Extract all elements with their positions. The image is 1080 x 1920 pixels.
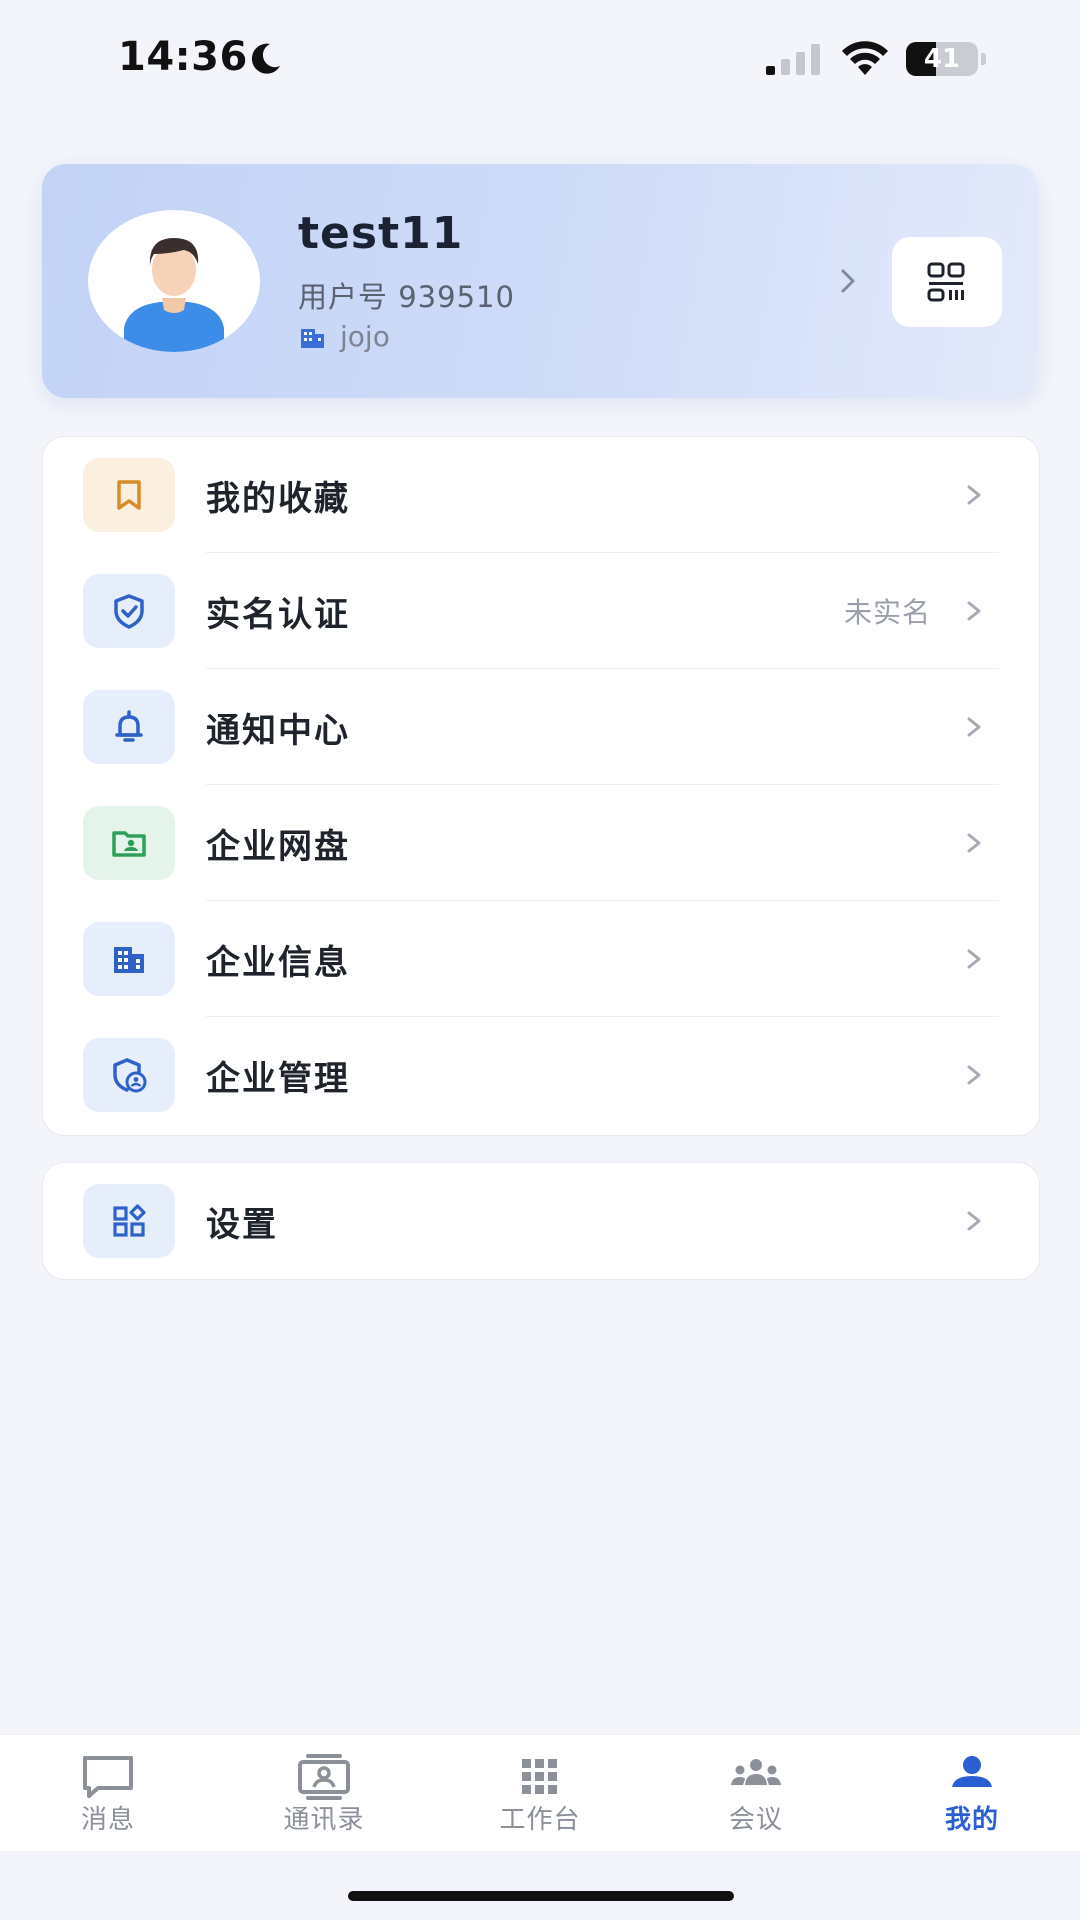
menu-item-favorites[interactable]: 我的收藏 [43, 437, 1039, 553]
menu-item-label: 企业网盘 [206, 827, 350, 867]
tab-messages[interactable]: 消息 [0, 1735, 216, 1851]
status-time: 14:36 [118, 34, 248, 80]
menu-item-notifications[interactable]: 通知中心 [43, 669, 1039, 785]
menu-item-label: 我的收藏 [206, 479, 350, 519]
chevron-right-icon [967, 833, 981, 853]
apps-grid-icon [522, 1759, 557, 1794]
chevron-right-icon [967, 1211, 981, 1231]
menu-item-label: 设置 [206, 1205, 278, 1245]
tab-contacts[interactable]: 通讯录 [216, 1735, 432, 1851]
menu-item-label: 企业信息 [206, 943, 350, 983]
menu-item-label: 实名认证 [206, 595, 350, 635]
menu-icon-bg [83, 690, 175, 764]
menu-item-label: 通知中心 [206, 711, 350, 751]
menu-icon-bg [83, 574, 175, 648]
meeting-icon [731, 1759, 781, 1785]
menu-item-enterprise-management[interactable]: 企业管理 [43, 1017, 1039, 1133]
settings-card: 设置 [42, 1162, 1040, 1280]
qr-code-button[interactable] [892, 237, 1002, 327]
cellular-signal-icon [766, 44, 820, 75]
menu-item-enterprise-info[interactable]: 企业信息 [43, 901, 1039, 1017]
battery-indicator: 41 [906, 42, 988, 78]
building-icon [301, 328, 324, 348]
chevron-right-icon [967, 949, 981, 969]
menu-item-verification[interactable]: 实名认证 未实名 [43, 553, 1039, 669]
tab-label: 消息 [80, 1805, 135, 1835]
folder-user-icon [112, 831, 146, 857]
profile-org: jojo [298, 320, 390, 353]
battery-percent: 41 [923, 44, 961, 74]
tab-workbench[interactable]: 工作台 [432, 1735, 648, 1851]
profile-name: test11 [298, 208, 464, 259]
tab-meeting[interactable]: 会议 [648, 1735, 864, 1851]
avatar-person-icon [124, 238, 224, 352]
chevron-right-icon [967, 601, 981, 621]
menu-icon-bg [83, 1038, 175, 1112]
menu-icon-bg [83, 458, 175, 532]
menu-icon-bg [83, 806, 175, 880]
avatar[interactable] [88, 210, 260, 352]
grid-settings-icon [113, 1204, 146, 1237]
contacts-icon [298, 1754, 350, 1800]
menu-card: 我的收藏 实名认证 未实名 通知中心 企业网盘 企业信息 企业管理 [42, 436, 1040, 1136]
menu-item-settings[interactable]: 设置 [43, 1163, 1039, 1279]
profile-org-name: jojo [340, 320, 390, 353]
building-icon [114, 947, 144, 973]
shield-user-icon [113, 1058, 147, 1093]
profile-card[interactable]: test11 用户号 939510 jojo [42, 164, 1038, 398]
tab-me[interactable]: 我的 [864, 1735, 1080, 1851]
chevron-right-icon [967, 485, 981, 505]
chevron-right-icon [967, 717, 981, 737]
chat-icon [83, 1756, 133, 1798]
status-bar: 14:36 41 [0, 0, 1080, 120]
shield-check-icon [114, 594, 144, 629]
menu-item-label: 企业管理 [206, 1059, 350, 1099]
tab-label: 工作台 [499, 1805, 581, 1835]
tab-label: 通讯录 [283, 1805, 365, 1835]
bell-icon [115, 710, 143, 742]
chevron-right-icon [841, 269, 855, 293]
wifi-icon [842, 41, 888, 75]
tab-label: 我的 [944, 1805, 999, 1835]
person-icon [952, 1756, 992, 1787]
home-indicator [348, 1891, 734, 1901]
bottom-tab-bar: 消息 通讯录 工作台 会议 我的 [0, 1734, 1080, 1851]
profile-user-id: 用户号 939510 [298, 280, 515, 314]
tab-label: 会议 [728, 1805, 783, 1835]
moon-icon [251, 43, 280, 74]
menu-item-enterprise-drive[interactable]: 企业网盘 [43, 785, 1039, 901]
qr-code-icon [927, 262, 965, 302]
menu-icon-bg [83, 1184, 175, 1258]
bookmark-icon [117, 480, 141, 510]
chevron-right-icon [967, 1065, 981, 1085]
verification-status: 未实名 [843, 596, 931, 629]
menu-icon-bg [83, 922, 175, 996]
